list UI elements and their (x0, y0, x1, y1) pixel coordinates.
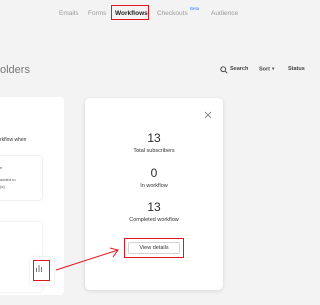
trigger-card-line: (s) (0, 184, 5, 189)
page-title: olders (0, 64, 30, 76)
chevron-down-icon: ▾ (272, 66, 275, 71)
beta-badge: Beta (190, 6, 200, 11)
total-subscribers-label: Total subscribers (133, 148, 175, 154)
nav-emails[interactable]: Emails (59, 10, 79, 17)
search-button[interactable]: Search (230, 66, 248, 72)
workflows-highlight-box (111, 5, 149, 20)
in-workflow-label: In workflow (140, 183, 168, 189)
view-details-label: View details (128, 242, 180, 254)
stats-popup (85, 98, 223, 290)
workflow-trigger-text: rkflow when (0, 137, 27, 143)
in-workflow-value: 0 (150, 166, 158, 180)
trigger-card-line: added to (0, 177, 16, 182)
completed-workflow-label: Completed workflow (129, 217, 179, 223)
nav-audience[interactable]: Audience (211, 10, 238, 17)
completed-workflow-value: 13 (147, 200, 161, 214)
search-icon[interactable] (220, 66, 228, 74)
nav-forms[interactable]: Forms (88, 10, 106, 17)
stats-icon[interactable] (35, 263, 43, 273)
sort-dropdown[interactable]: Sort ▾ (259, 66, 274, 72)
sort-label: Sort (259, 66, 270, 73)
trigger-card-line: e (0, 165, 3, 170)
close-icon[interactable] (204, 111, 212, 119)
workflow-node-card[interactable] (30, 257, 54, 285)
view-details-button[interactable]: View details (124, 238, 184, 258)
nav-checkouts[interactable]: Checkouts (157, 10, 188, 17)
status-dropdown[interactable]: Status (288, 66, 305, 72)
total-subscribers-value: 13 (147, 131, 161, 145)
top-nav: Emails Forms Workflows Checkouts Beta Au… (0, 0, 305, 30)
